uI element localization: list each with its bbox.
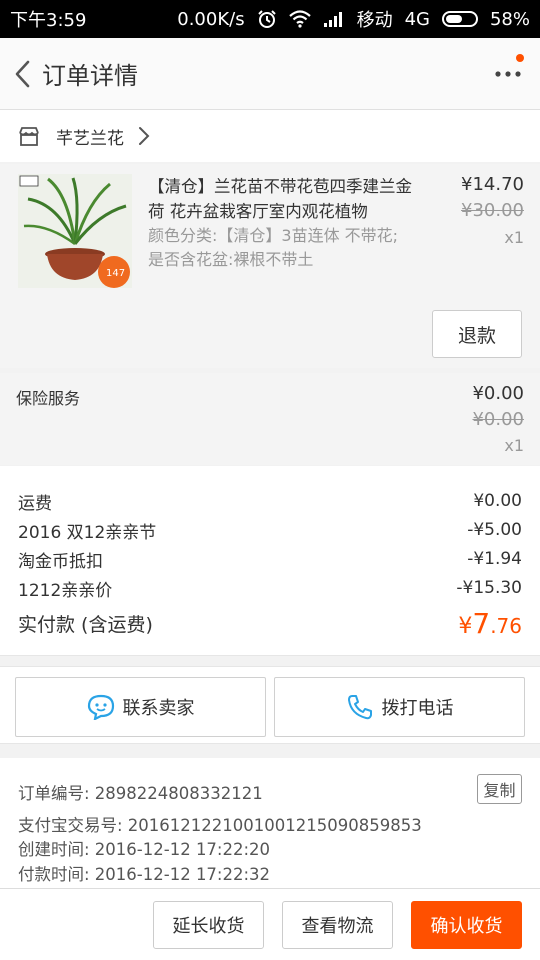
chat-bubble-icon — [87, 694, 114, 720]
phone-icon — [347, 695, 372, 720]
wifi-icon — [288, 10, 311, 28]
fee-label: 1212亲亲价 — [18, 580, 113, 601]
total-row: 实付款 (含运费) ¥7.76 — [18, 606, 522, 640]
paid-time: 付款时间: 2016-12-12 17:22:32 — [18, 865, 271, 884]
shop-icon — [19, 127, 39, 146]
product-original-price: ¥30.00 — [461, 200, 524, 221]
notification-dot — [516, 54, 524, 62]
fee-row: 运费 ¥0.00 — [18, 489, 522, 514]
total-amount: ¥7.76 — [458, 607, 522, 640]
product-title: 【清仓】兰花苗不带花苞四季建兰金荷 花卉盆栽客厅室内观花植物 — [148, 177, 412, 221]
alipay-transaction-number: 支付宝交易号: 2016121221001001215090859853 — [18, 816, 422, 835]
total-decimal: .76 — [490, 613, 522, 638]
fee-row: 淘金币抵扣 -¥1.94 — [18, 547, 522, 572]
product-price: ¥14.70 — [461, 174, 524, 195]
call-phone-label: 拨打电话 — [381, 698, 454, 719]
order-number: 订单编号: 2898224808332121 — [18, 784, 263, 803]
fee-row: 1212亲亲价 -¥15.30 — [18, 576, 522, 601]
extend-receipt-button[interactable]: 延长收货 — [153, 901, 264, 949]
network-type: 4G — [404, 8, 430, 30]
fee-value: -¥5.00 — [467, 520, 522, 540]
product-thumbnail: 147 — [18, 174, 132, 288]
shop-row[interactable]: 芊艺兰花 — [0, 110, 540, 162]
fee-value: -¥1.94 — [467, 549, 522, 569]
status-time: 下午3:59 — [10, 10, 87, 31]
battery-icon — [441, 11, 478, 27]
product-quantity: x1 — [504, 228, 524, 247]
view-logistics-button[interactable]: 查看物流 — [282, 901, 393, 949]
chevron-right-icon — [139, 127, 150, 145]
insurance-price: ¥0.00 — [472, 383, 524, 404]
status-bar: 下午3:59 0.00K/s 移动 4G 58% — [0, 0, 540, 38]
shop-name: 芊艺兰花 — [56, 128, 124, 149]
chevron-left-icon — [15, 60, 30, 87]
signal-icon — [323, 11, 345, 27]
network-speed: 0.00K/s — [177, 8, 245, 30]
fee-label: 2016 双12亲亲节 — [18, 522, 157, 543]
back-button[interactable] — [2, 38, 42, 110]
insurance-quantity: x1 — [504, 436, 524, 455]
fee-label: 运费 — [18, 493, 52, 514]
carrier-label: 移动 — [356, 10, 393, 31]
more-dots-icon — [495, 71, 521, 77]
bottom-action-bar: 延长收货 查看物流 确认收货 — [0, 888, 540, 960]
refund-button[interactable]: 退款 — [432, 310, 522, 358]
product-item[interactable]: 147 【清仓】兰花苗不带花苞四季建兰金荷 花卉盆栽客厅室内观花植物 颜色分类:… — [0, 164, 540, 368]
svg-text:147: 147 — [106, 268, 125, 279]
call-phone-button[interactable]: 拨打电话 — [274, 677, 525, 737]
fee-row: 2016 双12亲亲节 -¥5.00 — [18, 518, 522, 543]
alarm-icon — [257, 9, 277, 29]
copy-button[interactable]: 复制 — [477, 774, 522, 804]
confirm-receipt-button[interactable]: 确认收货 — [411, 901, 522, 949]
fee-summary: 运费 ¥0.00 2016 双12亲亲节 -¥5.00 淘金币抵扣 -¥1.94… — [0, 466, 540, 656]
total-integer: 7 — [472, 606, 491, 640]
total-label: 实付款 (含运费) — [18, 613, 153, 636]
insurance-item: 保险服务 ¥0.00 ¥0.00 x1 — [0, 373, 540, 465]
contact-seller-label: 联系卖家 — [122, 698, 195, 719]
product-spec: 颜色分类:【清仓】3苗连体 不带花;是否含花盆:裸根不带土 — [148, 226, 399, 269]
page-title: 订单详情 — [42, 62, 138, 90]
insurance-label: 保险服务 — [16, 389, 81, 408]
order-info: 订单编号: 2898224808332121 复制 支付宝交易号: 201612… — [0, 758, 540, 888]
insurance-original-price: ¥0.00 — [472, 409, 524, 430]
contact-section: 联系卖家 拨打电话 — [0, 666, 540, 744]
more-menu-button[interactable] — [490, 54, 526, 92]
fee-value: -¥15.30 — [456, 578, 522, 598]
page-header: 订单详情 — [0, 38, 540, 110]
status-right: 0.00K/s 移动 4G 58% — [177, 6, 530, 32]
total-currency: ¥ — [458, 613, 473, 639]
contact-seller-button[interactable]: 联系卖家 — [15, 677, 266, 737]
fee-value: ¥0.00 — [473, 491, 522, 511]
fee-label: 淘金币抵扣 — [18, 551, 103, 572]
created-time: 创建时间: 2016-12-12 17:22:20 — [18, 840, 271, 859]
battery-level: 58% — [489, 8, 530, 30]
